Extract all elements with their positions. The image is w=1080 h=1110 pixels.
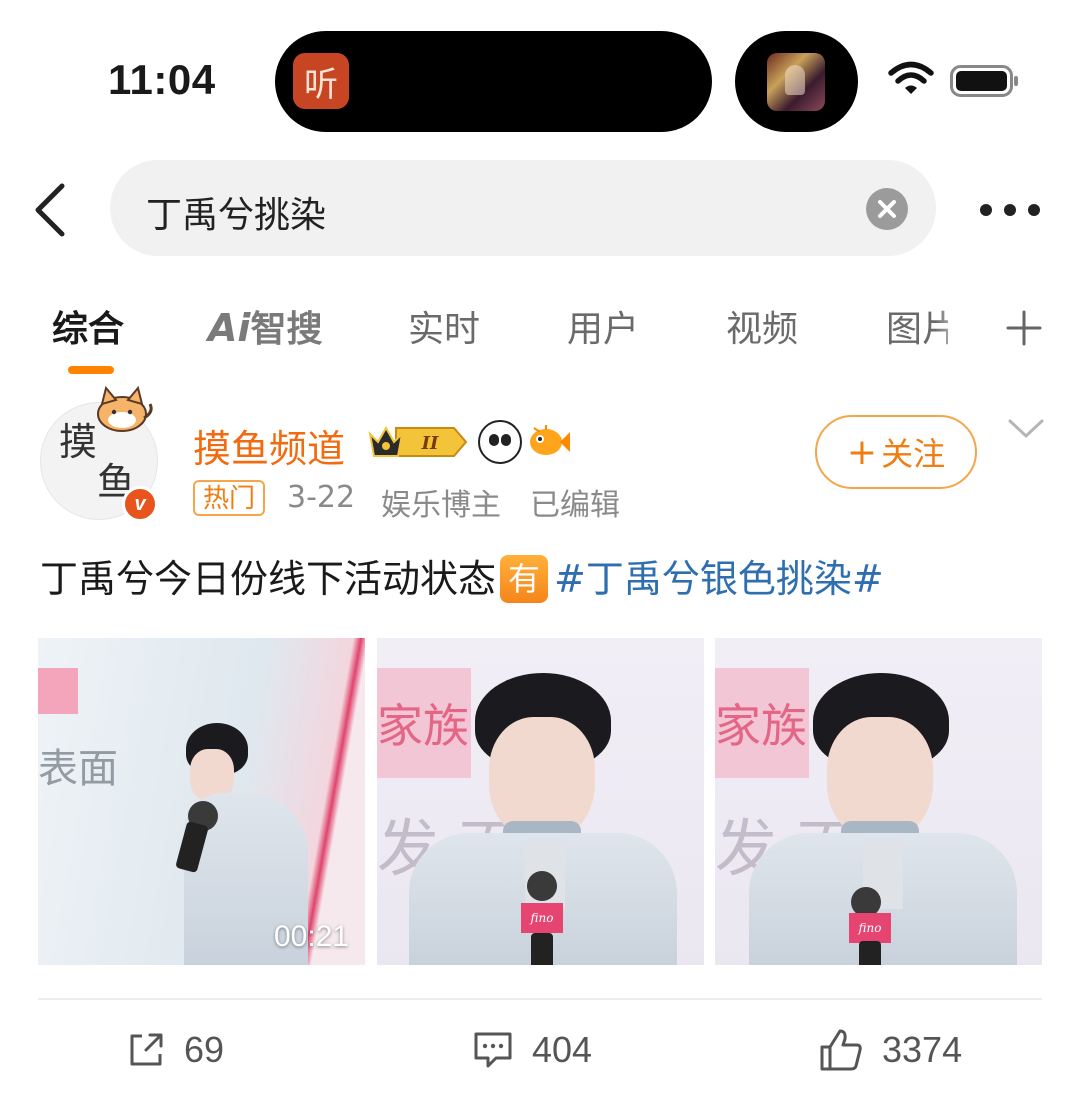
- status-bar: 11:04 听: [0, 0, 1080, 150]
- hashtag-link[interactable]: #丁禹兮银色挑染#: [554, 557, 884, 601]
- clear-search-icon[interactable]: [866, 188, 908, 230]
- comment-button[interactable]: 404: [472, 1026, 592, 1074]
- you-emoji-badge: 有: [500, 555, 549, 603]
- tab-ai-search-label: 智搜: [250, 309, 323, 350]
- follow-label: 关注: [881, 435, 946, 473]
- stage-decor: [38, 668, 78, 714]
- stage-text: 表面: [38, 746, 118, 792]
- tab-users[interactable]: 用户: [567, 300, 639, 352]
- like-button[interactable]: 3374: [818, 1026, 962, 1074]
- tab-videos[interactable]: 视频: [726, 300, 798, 352]
- back-arrow-icon[interactable]: [30, 182, 70, 238]
- crown-level-badge: II: [368, 425, 468, 457]
- panda-badge-icon: [478, 420, 522, 464]
- comment-icon: [474, 1032, 512, 1068]
- tab-comprehensive[interactable]: 综合: [52, 300, 124, 352]
- tab-realtime[interactable]: 实时: [408, 300, 480, 352]
- status-time: 11:04: [108, 56, 216, 103]
- portrait-figure: fino: [407, 673, 687, 965]
- repost-icon: [130, 1033, 163, 1066]
- post-main-text: 丁禹兮今日份线下活动状态: [40, 557, 497, 601]
- repost-count: 69: [184, 1029, 225, 1070]
- image-thumbnail-1[interactable]: 家族 发 面 fino: [377, 638, 704, 965]
- listen-app-icon: 听: [293, 53, 349, 109]
- mic-brand: fino: [521, 903, 563, 933]
- chevron-down-icon[interactable]: [1008, 418, 1044, 440]
- search-header: 丁禹兮挑染: [0, 158, 1080, 258]
- hot-tag: 热门: [193, 480, 266, 516]
- plus-icon: +: [846, 431, 878, 473]
- search-tabs: 综合 Ai智搜 实时 用户 视频 图片: [0, 300, 1080, 380]
- like-count: 3374: [882, 1029, 963, 1070]
- mic-brand: fino: [849, 913, 891, 943]
- fish-badge-icon: [530, 425, 570, 455]
- image-thumbnail-2[interactable]: 家族 发 面 fino: [715, 638, 1042, 965]
- cat-decoration-icon: [97, 385, 153, 432]
- comment-count: 404: [532, 1029, 593, 1070]
- portrait-figure: fino: [747, 673, 1027, 965]
- wifi-icon: [888, 61, 934, 94]
- verified-badge: v: [122, 486, 158, 522]
- post-text: 丁禹兮今日份线下活动状态有 #丁禹兮银色挑染#: [40, 552, 884, 606]
- video-thumbnail[interactable]: 表面 00:21: [38, 638, 365, 965]
- active-tab-indicator: [68, 366, 114, 374]
- album-art-icon: [767, 53, 825, 111]
- dynamic-island-artwork[interactable]: [735, 31, 858, 132]
- ai-logo-text: Ai: [208, 306, 251, 350]
- search-input[interactable]: 丁禹兮挑染: [110, 160, 936, 256]
- tabs-fade: [935, 300, 995, 360]
- dynamic-island-media[interactable]: 听: [275, 31, 712, 132]
- tab-ai-search[interactable]: Ai智搜: [208, 300, 322, 352]
- level-text: II: [421, 433, 439, 454]
- more-options-icon[interactable]: [978, 202, 1042, 218]
- author-name[interactable]: 摸鱼频道: [193, 418, 345, 473]
- add-channel-icon[interactable]: [1006, 310, 1042, 346]
- repost-button[interactable]: 69: [126, 1026, 224, 1074]
- battery-icon: [950, 65, 1018, 97]
- post-date: 3-22: [287, 480, 356, 515]
- divider: [38, 998, 1042, 1000]
- thumbs-up-icon: [820, 1029, 862, 1071]
- search-query: 丁禹兮挑染: [146, 195, 327, 236]
- video-duration: 00:21: [274, 920, 350, 953]
- author-role: 娱乐博主: [381, 488, 501, 523]
- follow-button[interactable]: + 关注: [815, 415, 977, 489]
- edited-label: 已编辑: [530, 488, 620, 523]
